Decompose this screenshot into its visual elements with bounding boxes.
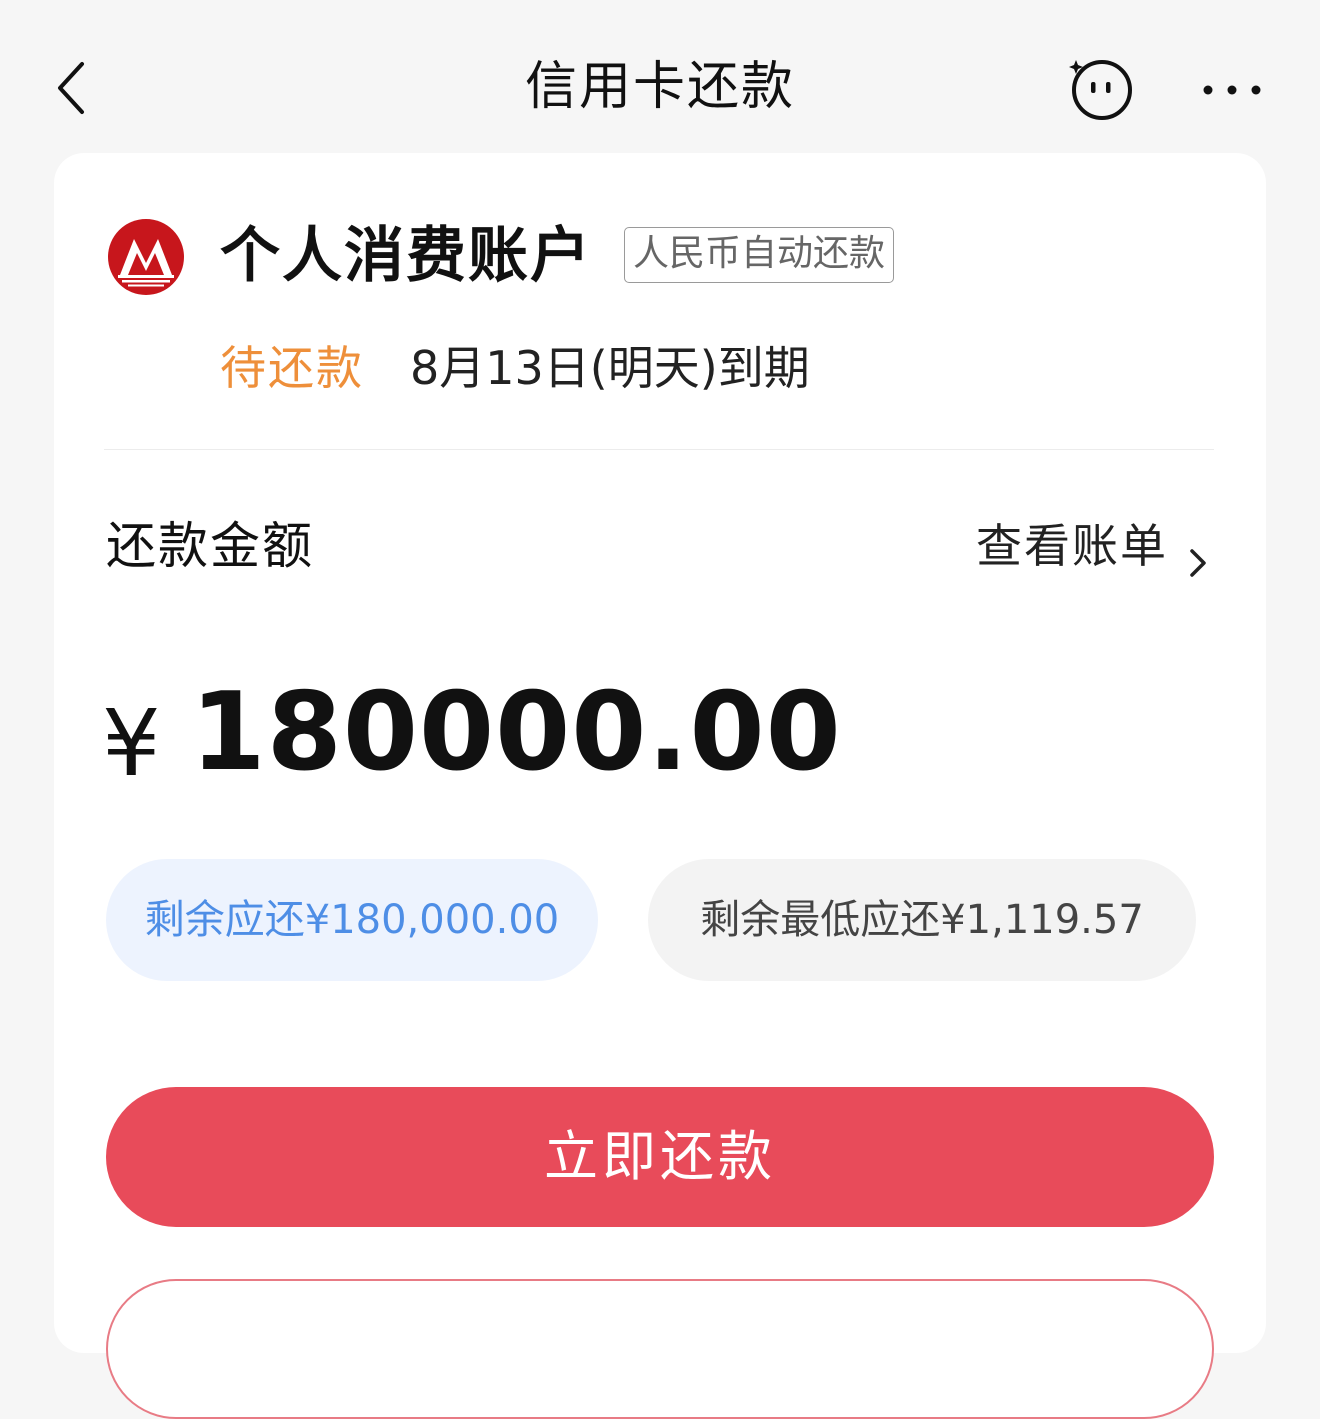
bank-logo-icon — [106, 217, 186, 297]
chevron-right-icon — [1186, 529, 1210, 577]
repay-amount-value: 180000.00 — [190, 670, 842, 795]
more-dots-icon[interactable] — [1196, 70, 1268, 110]
minimum-due-option[interactable]: 剩余最低应还¥1,119.57 — [648, 859, 1196, 981]
view-bill-label: 查看账单 — [976, 519, 1168, 573]
auto-repay-badge: 人民币自动还款 — [624, 227, 895, 283]
account-name: 个人消费账户 — [220, 221, 592, 291]
pay-now-button[interactable]: 立即还款 — [106, 1087, 1214, 1227]
repay-amount-input[interactable]: ¥ 180000.00 — [102, 670, 842, 798]
status-badge: 待还款 — [220, 341, 364, 395]
repayment-card: 个人消费账户 人民币自动还款 待还款 8月13日(明天)到期 还款金额 查看账单… — [54, 153, 1266, 1419]
divider — [104, 449, 1214, 450]
currency-symbol: ¥ — [102, 690, 161, 797]
repay-amount-label: 还款金额 — [106, 517, 314, 575]
assistant-face-icon[interactable] — [1066, 56, 1136, 122]
remaining-due-option[interactable]: 剩余应还¥180,000.00 — [106, 859, 598, 981]
due-date-text: 8月13日(明天)到期 — [410, 341, 810, 395]
view-bill-link[interactable]: 查看账单 — [976, 511, 1210, 581]
top-nav-bar: 信用卡还款 — [0, 0, 1320, 170]
secondary-action-button[interactable] — [106, 1279, 1214, 1419]
